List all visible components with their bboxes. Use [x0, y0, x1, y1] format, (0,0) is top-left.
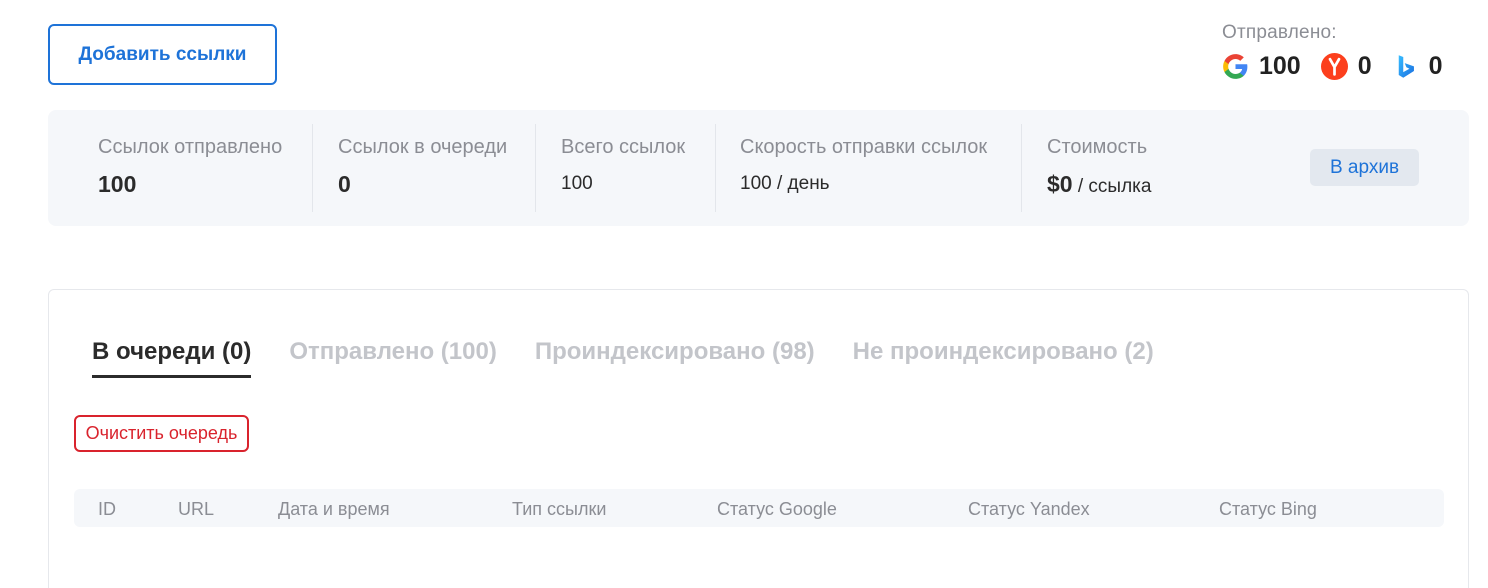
stats-divider — [715, 124, 716, 212]
archive-button[interactable]: В архив — [1310, 149, 1419, 186]
clear-queue-button[interactable]: Очистить очередь — [74, 415, 249, 452]
bing-icon — [1392, 53, 1419, 80]
stat-queued-value: 0 — [338, 171, 351, 197]
stat-total-label: Всего ссылок — [561, 136, 686, 158]
stat-queued: Ссылок в очереди 0 — [338, 124, 507, 212]
column-header-datetime[interactable]: Дата и время — [278, 499, 390, 520]
stat-cost-unit: / ссылка — [1072, 176, 1152, 197]
stats-divider — [312, 124, 313, 212]
stat-speed-label: Скорость отправки ссылок — [740, 136, 988, 158]
stat-sent-value: 100 — [98, 171, 137, 197]
stats-divider — [535, 124, 536, 212]
page: Добавить ссылки Отправлено: 100 0 0 Ссыл… — [0, 0, 1488, 588]
links-card: В очереди (0) Отправлено (100) Проиндекс… — [48, 289, 1469, 588]
yandex-count: 0 — [1357, 52, 1372, 80]
column-header-yandex-status[interactable]: Статус Yandex — [968, 499, 1090, 520]
sent-summary: Отправлено: 100 0 0 — [1222, 22, 1443, 81]
stat-sent: Ссылок отправлено 100 — [98, 124, 282, 212]
tab-indexed[interactable]: Проиндексировано (98) — [535, 338, 815, 378]
google-icon — [1222, 53, 1249, 80]
stat-cost-amount: $0 — [1047, 171, 1073, 197]
stats-divider — [1021, 124, 1022, 212]
column-header-bing-status[interactable]: Статус Bing — [1219, 499, 1317, 520]
yandex-icon — [1320, 53, 1348, 80]
sent-summary-label: Отправлено: — [1222, 22, 1337, 43]
bing-count: 0 — [1428, 52, 1443, 80]
column-header-link-type[interactable]: Тип ссылки — [512, 499, 606, 520]
stat-speed-value: 100 / день — [740, 173, 830, 194]
bing-counter: 0 — [1392, 52, 1443, 81]
tab-queue[interactable]: В очереди (0) — [92, 338, 252, 378]
column-header-id[interactable]: ID — [98, 499, 116, 520]
stat-queued-label: Ссылок в очереди — [338, 136, 508, 158]
column-header-url[interactable]: URL — [178, 499, 214, 520]
stat-cost: Стоимость $0 / ссылка — [1047, 124, 1151, 212]
tab-not-indexed[interactable]: Не проиндексировано (2) — [853, 338, 1154, 378]
yandex-counter: 0 — [1320, 52, 1372, 81]
stat-sent-label: Ссылок отправлено — [98, 136, 283, 158]
stat-total-value: 100 — [561, 173, 593, 194]
stat-cost-value: $0 / ссылка — [1047, 171, 1151, 198]
stats-panel: Ссылок отправлено 100 Ссылок в очереди 0… — [48, 110, 1469, 226]
engine-counters: 100 0 0 — [1222, 52, 1443, 81]
stat-speed: Скорость отправки ссылок 100 / день — [740, 124, 987, 212]
google-count: 100 — [1259, 52, 1301, 80]
tab-sent[interactable]: Отправлено (100) — [289, 338, 497, 378]
stat-cost-label: Стоимость — [1047, 136, 1148, 158]
google-counter: 100 — [1222, 52, 1301, 81]
add-links-button[interactable]: Добавить ссылки — [48, 24, 277, 85]
table-header: ID URL Дата и время Тип ссылки Статус Go… — [74, 489, 1444, 527]
stat-total: Всего ссылок 100 — [561, 124, 685, 212]
tab-bar: В очереди (0) Отправлено (100) Проиндекс… — [92, 338, 1192, 378]
column-header-google-status[interactable]: Статус Google — [717, 499, 837, 520]
